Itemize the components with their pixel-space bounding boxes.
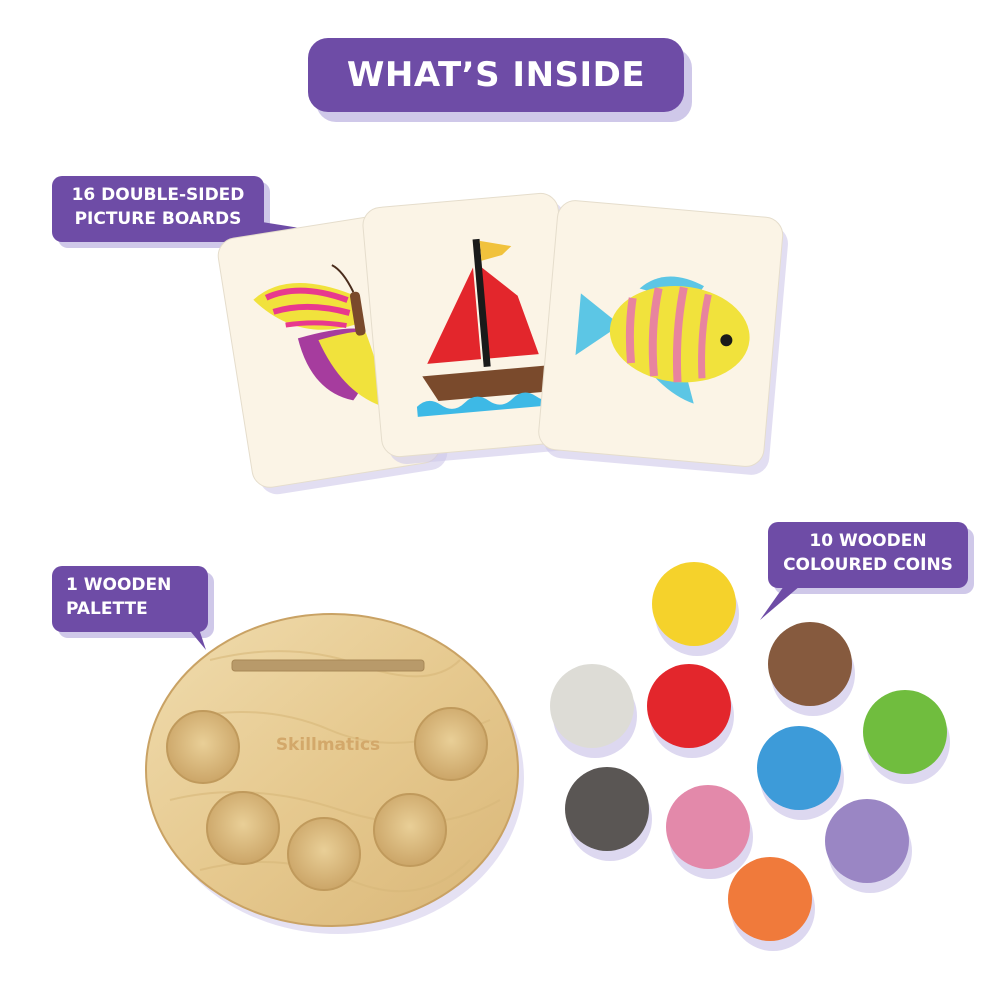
palette-well [373, 793, 447, 867]
palette-label-pointer [186, 626, 206, 650]
coin-green [863, 690, 950, 784]
coins-label-pointer [760, 586, 800, 620]
illustration-canvas: Skillmatics [145, 192, 950, 951]
coin-purple [825, 799, 912, 893]
coin-pink [666, 785, 753, 879]
palette-brand-text: Skillmatics [276, 735, 380, 755]
coin-brown [768, 622, 855, 716]
palette-slot [231, 659, 425, 672]
palette-well [414, 707, 488, 781]
palette-well [287, 817, 361, 891]
coins-group [550, 562, 950, 951]
coin-orange [728, 857, 815, 951]
coin-white [550, 664, 637, 758]
coin-blue [757, 726, 844, 820]
coin-yellow [652, 562, 739, 656]
fish-card [538, 200, 788, 475]
palette-well [166, 710, 240, 784]
coin-red [647, 664, 734, 758]
coin-black [565, 767, 652, 861]
palette-well [206, 791, 280, 865]
wooden-palette: Skillmatics [145, 613, 524, 934]
